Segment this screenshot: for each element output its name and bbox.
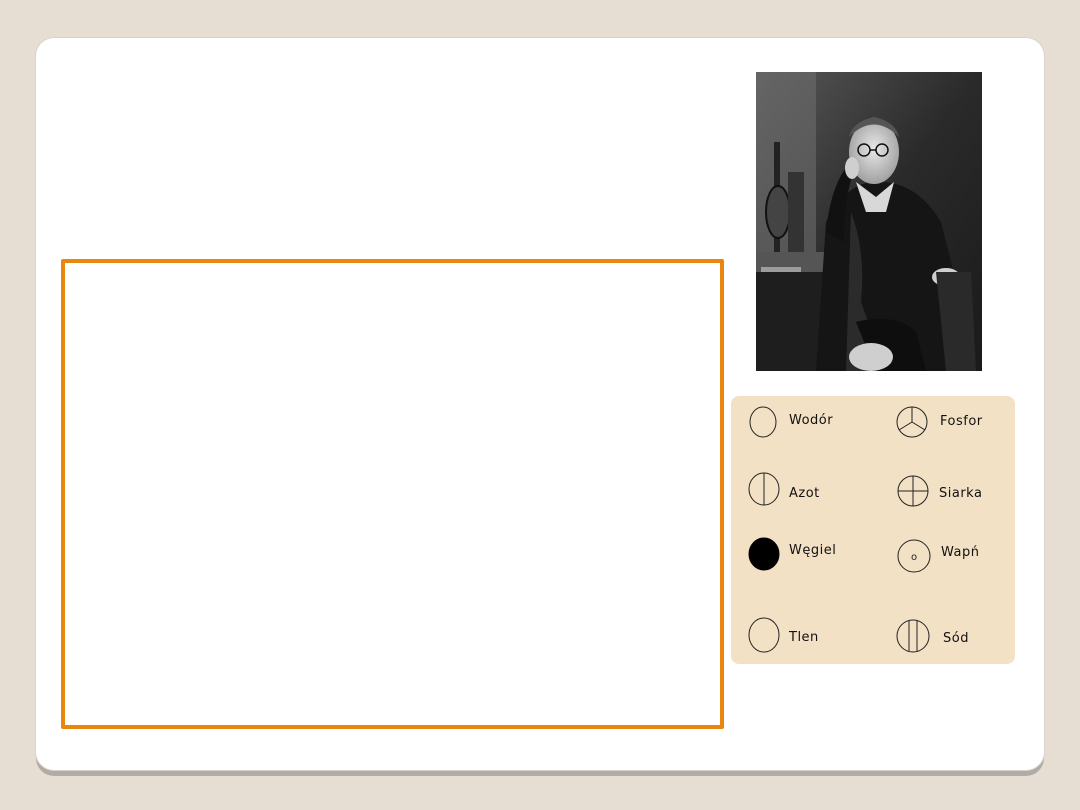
legend-label-sulfur: Siarka — [939, 486, 983, 501]
oxygen-symbol-icon — [748, 617, 780, 653]
legend-label-carbon: Węgiel — [789, 543, 837, 558]
legend-label-hydrogen: Wodór — [789, 413, 834, 428]
phosphorus-symbol-icon — [896, 406, 928, 438]
nitrogen-symbol-icon — [748, 472, 780, 506]
content-box — [61, 259, 724, 729]
sodium-symbol-icon — [896, 619, 930, 653]
carbon-symbol-icon — [748, 537, 780, 571]
legend-label-phosphorus: Fosfor — [940, 414, 983, 429]
portrait-image — [756, 72, 982, 371]
calcium-symbol-icon: o — [897, 539, 931, 573]
hydrogen-symbol-icon — [749, 406, 777, 438]
sulfur-symbol-icon — [897, 475, 929, 507]
legend-label-sodium: Sód — [943, 631, 969, 646]
calcium-inner-mark: o — [911, 552, 917, 563]
legend-label-nitrogen: Azot — [789, 486, 820, 501]
legend-label-oxygen: Tlen — [789, 630, 819, 645]
legend-label-calcium: Wapń — [941, 545, 980, 560]
portrait-engraving — [756, 72, 982, 371]
